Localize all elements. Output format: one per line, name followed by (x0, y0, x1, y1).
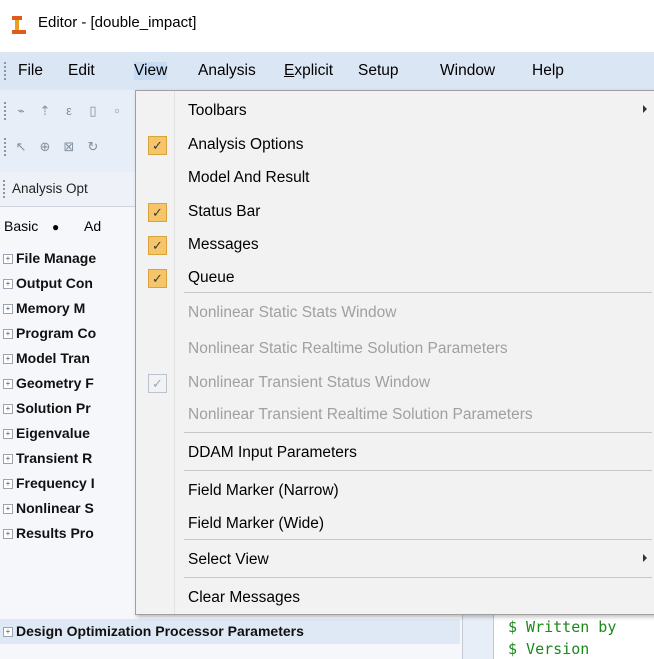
tool-icon[interactable]: ▫ (108, 102, 126, 120)
pointer-icon[interactable]: ↖ (12, 138, 30, 156)
menu-item-status-bar[interactable]: ✓ Status Bar (136, 198, 654, 226)
checkmark-icon: ✓ (148, 269, 167, 288)
submenu-arrow-icon (643, 105, 647, 113)
menu-file[interactable]: File (18, 62, 43, 80)
radio-selected-icon[interactable]: ● (52, 220, 59, 234)
panel-grip[interactable] (3, 180, 5, 198)
window-title: Editor - [double_impact] (38, 14, 197, 31)
menu-item-model-and-result[interactable]: Model And Result (136, 164, 654, 192)
menu-help[interactable]: Help (532, 62, 564, 80)
title-bar: Editor - [double_impact] (0, 0, 654, 48)
toolbar-grip[interactable] (4, 138, 6, 156)
expand-icon[interactable]: + (3, 504, 13, 514)
mode-basic-label[interactable]: Basic (4, 218, 38, 234)
menu-edit[interactable]: Edit (68, 62, 95, 80)
menu-separator (184, 432, 652, 433)
mode-advanced-label[interactable]: Ad (84, 218, 101, 234)
code-line: $ Written by (508, 618, 617, 636)
menu-setup[interactable]: Setup (358, 62, 399, 80)
checkmark-icon: ✓ (148, 236, 167, 255)
tree-node-design-optimization[interactable]: + Design Optimization Processor Parameter… (0, 619, 460, 644)
menu-item-nonlinear-static-realtime: Nonlinear Static Realtime Solution Param… (188, 340, 508, 357)
expand-icon[interactable]: + (3, 354, 13, 364)
code-editor[interactable]: $ Written by $ Version (494, 612, 654, 659)
expand-icon[interactable]: + (3, 379, 13, 389)
menu-analysis[interactable]: Analysis (198, 62, 256, 80)
menu-explicit-rest: xplicit (294, 62, 334, 79)
expand-icon[interactable]: + (3, 304, 13, 314)
toolbar-1: ⌁ ⇡ ε ▯ ▫ (0, 96, 140, 126)
fit-icon[interactable]: ⊠ (60, 138, 78, 156)
menu-separator (184, 577, 652, 578)
menu-item-field-marker-narrow[interactable]: Field Marker (Narrow) (136, 477, 654, 505)
mode-selector: Basic ● Ad (0, 212, 140, 242)
toolbar-grip[interactable] (4, 102, 6, 120)
menu-explicit-mnemonic: E (284, 62, 295, 79)
expand-icon[interactable]: + (3, 454, 13, 464)
pane-splitter[interactable] (462, 612, 494, 659)
toolbar-2: ↖ ⊕ ⊠ ↻ (0, 132, 140, 162)
menu-separator (184, 470, 652, 471)
code-line: $ Version (508, 640, 590, 658)
menu-explicit[interactable]: Explicit (284, 62, 333, 80)
expand-icon[interactable]: + (3, 429, 13, 439)
panel-title: Analysis Opt (12, 181, 88, 196)
menu-item-clear-messages[interactable]: Clear Messages (136, 584, 654, 612)
epsilon-icon[interactable]: ε (60, 102, 78, 120)
view-menu: Toolbars ✓ Analysis Options Model And Re… (135, 90, 654, 615)
expand-icon[interactable]: + (3, 404, 13, 414)
expand-icon[interactable]: + (3, 627, 13, 637)
menubar-grip[interactable] (4, 62, 8, 80)
expand-icon[interactable]: + (3, 329, 13, 339)
panel-header: Analysis Opt (0, 172, 140, 207)
menu-item-toolbars[interactable]: Toolbars (136, 97, 654, 125)
menu-item-nonlinear-transient-status: ✓ Nonlinear Transient Status Window (136, 369, 654, 397)
menu-item-field-marker-wide[interactable]: Field Marker (Wide) (136, 510, 654, 538)
page-icon[interactable]: ▯ (84, 102, 102, 120)
checkmark-icon: ✓ (148, 203, 167, 222)
menu-item-nonlinear-static-stats: Nonlinear Static Stats Window (188, 304, 397, 321)
expand-icon[interactable]: + (3, 529, 13, 539)
menu-item-nonlinear-transient-realtime: Nonlinear Transient Realtime Solution Pa… (188, 406, 533, 423)
checkmark-icon: ✓ (148, 374, 167, 393)
expand-icon[interactable]: + (3, 279, 13, 289)
menu-item-messages[interactable]: ✓ Messages (136, 231, 654, 259)
expand-icon[interactable]: + (3, 479, 13, 489)
menu-item-select-view[interactable]: Select View (136, 546, 654, 574)
menu-item-ddam-input[interactable]: DDAM Input Parameters (136, 439, 654, 467)
graph-icon[interactable]: ⌁ (12, 102, 30, 120)
app-icon (12, 16, 26, 34)
menu-item-analysis-options[interactable]: ✓ Analysis Options (136, 131, 654, 159)
menu-bar: File Edit View Analysis Explicit Setup W… (0, 52, 654, 90)
checkmark-icon: ✓ (148, 136, 167, 155)
menu-view[interactable]: View (134, 62, 168, 80)
menu-separator (184, 292, 652, 293)
zoom-icon[interactable]: ⊕ (36, 138, 54, 156)
menu-item-queue[interactable]: ✓ Queue (136, 264, 654, 292)
expand-icon[interactable]: + (3, 254, 13, 264)
submenu-arrow-icon (643, 554, 647, 562)
rotate-icon[interactable]: ↻ (84, 138, 102, 156)
menu-window[interactable]: Window (440, 62, 495, 80)
arrow-up-icon[interactable]: ⇡ (36, 102, 54, 120)
menu-separator (184, 539, 652, 540)
